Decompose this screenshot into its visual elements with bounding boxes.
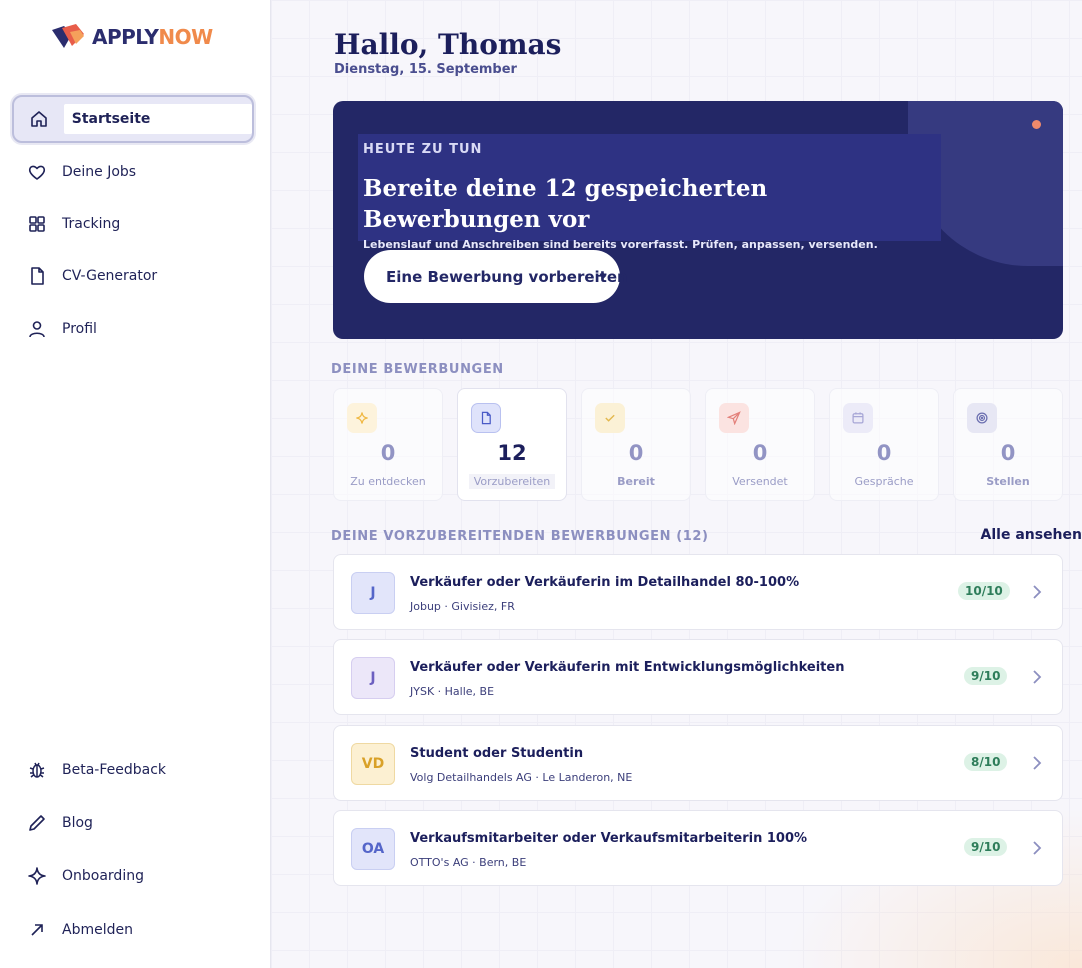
sidebar-item-label: Beta-Feedback bbox=[62, 762, 167, 778]
target-icon bbox=[967, 403, 997, 433]
sidebar-item-label: Startseite bbox=[63, 104, 252, 134]
see-all-link[interactable]: Alle ansehen bbox=[981, 527, 1082, 543]
button-label: Eine Bewerbung vorbereiten bbox=[386, 267, 628, 286]
prepare-application-button[interactable]: Eine Bewerbung vorbereiten → bbox=[364, 250, 628, 303]
job-title: Verkäufer oder Verkäuferin im Detailhand… bbox=[410, 575, 800, 590]
stat-value: 0 bbox=[1000, 441, 1016, 465]
sidebar-item-abmelden[interactable]: Abmelden bbox=[12, 906, 254, 954]
application-row[interactable]: J Verkäufer oder Verkäuferin mit Entwick… bbox=[333, 639, 1063, 715]
grid-icon bbox=[26, 213, 48, 235]
stat-card-vorzubereiten[interactable]: 12 Vorzubereiten bbox=[457, 388, 567, 501]
sidebar-item-onboarding[interactable]: Onboarding bbox=[12, 852, 254, 900]
stat-card-stellen[interactable]: 0 Stellen bbox=[953, 388, 1063, 501]
stat-value: 0 bbox=[752, 441, 768, 465]
application-row[interactable]: VD Student oder Studentin Volg Detailhan… bbox=[333, 725, 1063, 801]
sidebar-item-beta-feedback[interactable]: Beta-Feedback bbox=[12, 746, 254, 794]
pending-section-label: DEINE VORZUBEREITENDEN BEWERBUNGEN (12) bbox=[331, 529, 709, 544]
job-title: Verkaufsmitarbeiter oder Verkaufsmitarbe… bbox=[410, 831, 808, 846]
sidebar-item-label: CV-Generator bbox=[62, 268, 158, 284]
brand-logo[interactable]: APPLYNOW bbox=[50, 22, 213, 52]
job-title: Verkäufer oder Verkäuferin mit Entwicklu… bbox=[410, 660, 845, 675]
sidebar-item-label: Blog bbox=[62, 815, 93, 831]
company-avatar: OA bbox=[351, 828, 395, 870]
arrow-right-icon: → bbox=[595, 269, 607, 284]
stat-value: 0 bbox=[628, 441, 644, 465]
applications-section-label: DEINE BEWERBUNGEN bbox=[331, 362, 504, 377]
sidebar-item-cv-generator[interactable]: CV-Generator bbox=[12, 252, 254, 300]
sidebar-item-label: Profil bbox=[62, 321, 97, 337]
pencil-icon bbox=[26, 812, 48, 834]
match-score-badge: 9/10 bbox=[964, 667, 1008, 685]
chevron-right-icon bbox=[1033, 670, 1042, 684]
company-avatar: J bbox=[351, 572, 395, 614]
user-icon bbox=[26, 318, 48, 340]
hero-eyebrow: HEUTE ZU TUN bbox=[363, 142, 483, 157]
home-icon bbox=[28, 108, 50, 130]
sparkle-icon bbox=[26, 865, 48, 887]
stat-card-bereit[interactable]: 0 Bereit bbox=[581, 388, 691, 501]
job-company-location: Volg Detailhandels AG · Le Landeron, NE bbox=[410, 771, 633, 784]
sidebar-item-label: Abmelden bbox=[62, 922, 133, 938]
check-icon bbox=[595, 403, 625, 433]
sidebar-item-label: Deine Jobs bbox=[62, 164, 137, 180]
stat-card-gespraeche[interactable]: 0 Gespräche bbox=[829, 388, 939, 501]
bug-icon bbox=[26, 759, 48, 781]
page-title: Hallo, Thomas bbox=[334, 28, 562, 61]
brand-name: APPLYNOW bbox=[92, 25, 213, 49]
logo-icon bbox=[52, 24, 84, 48]
main-content: Hallo, Thomas Dienstag, 15. September HE… bbox=[271, 0, 1082, 968]
logout-icon bbox=[26, 919, 48, 941]
match-score-badge: 8/10 bbox=[964, 753, 1008, 771]
company-avatar: VD bbox=[351, 743, 395, 785]
job-company-location: OTTO's AG · Bern, BE bbox=[410, 856, 527, 869]
sidebar-item-startseite[interactable]: Startseite bbox=[12, 95, 254, 143]
sidebar-item-deine-jobs[interactable]: Deine Jobs bbox=[12, 148, 254, 196]
application-row[interactable]: OA Verkaufsmitarbeiter oder Verkaufsmita… bbox=[333, 810, 1063, 886]
stat-label: Bereit bbox=[617, 475, 655, 488]
match-score-badge: 9/10 bbox=[964, 838, 1008, 856]
sidebar-item-label: Onboarding bbox=[62, 868, 144, 884]
sidebar-item-blog[interactable]: Blog bbox=[12, 799, 254, 847]
job-title: Student oder Studentin bbox=[410, 746, 584, 761]
match-score-badge: 10/10 bbox=[958, 582, 1010, 600]
stat-label: Vorzubereiten bbox=[458, 474, 566, 489]
chevron-right-icon bbox=[1033, 841, 1042, 855]
stat-card-versendet[interactable]: 0 Versendet bbox=[705, 388, 815, 501]
company-avatar: J bbox=[351, 657, 395, 699]
send-icon bbox=[719, 403, 749, 433]
stat-card-zu-entdecken[interactable]: 0 Zu entdecken bbox=[333, 388, 443, 501]
hero-dot bbox=[1032, 120, 1041, 129]
document-icon bbox=[26, 265, 48, 287]
job-company-location: JYSK · Halle, BE bbox=[410, 685, 495, 698]
document-icon bbox=[471, 403, 501, 433]
sidebar: APPLYNOW Startseite Deine Jobs Tracking … bbox=[0, 0, 271, 968]
stat-label: Stellen bbox=[986, 475, 1030, 488]
sidebar-item-profil[interactable]: Profil bbox=[12, 305, 254, 353]
calendar-icon bbox=[843, 403, 873, 433]
hero-title: Bereite deine 12 gespeicherten Bewerbung… bbox=[363, 175, 768, 233]
stat-label: Versendet bbox=[732, 475, 788, 488]
todo-hero-card: HEUTE ZU TUN Bereite deine 12 gespeicher… bbox=[333, 101, 1063, 339]
heart-icon bbox=[26, 161, 48, 183]
stat-value: 0 bbox=[380, 441, 396, 465]
application-row[interactable]: J Verkäufer oder Verkäuferin im Detailha… bbox=[333, 554, 1063, 630]
sparkle-icon bbox=[347, 403, 377, 433]
sidebar-item-tracking[interactable]: Tracking bbox=[12, 200, 254, 248]
job-company-location: Jobup · Givisiez, FR bbox=[410, 600, 515, 613]
chevron-right-icon bbox=[1033, 585, 1042, 599]
stat-label: Gespräche bbox=[854, 475, 914, 488]
current-date: Dienstag, 15. September bbox=[334, 62, 517, 77]
stat-value: 0 bbox=[876, 441, 892, 465]
chevron-right-icon bbox=[1033, 756, 1042, 770]
stat-label: Zu entdecken bbox=[350, 475, 426, 488]
stat-value: 12 bbox=[497, 441, 527, 465]
sidebar-item-label: Tracking bbox=[62, 216, 121, 232]
